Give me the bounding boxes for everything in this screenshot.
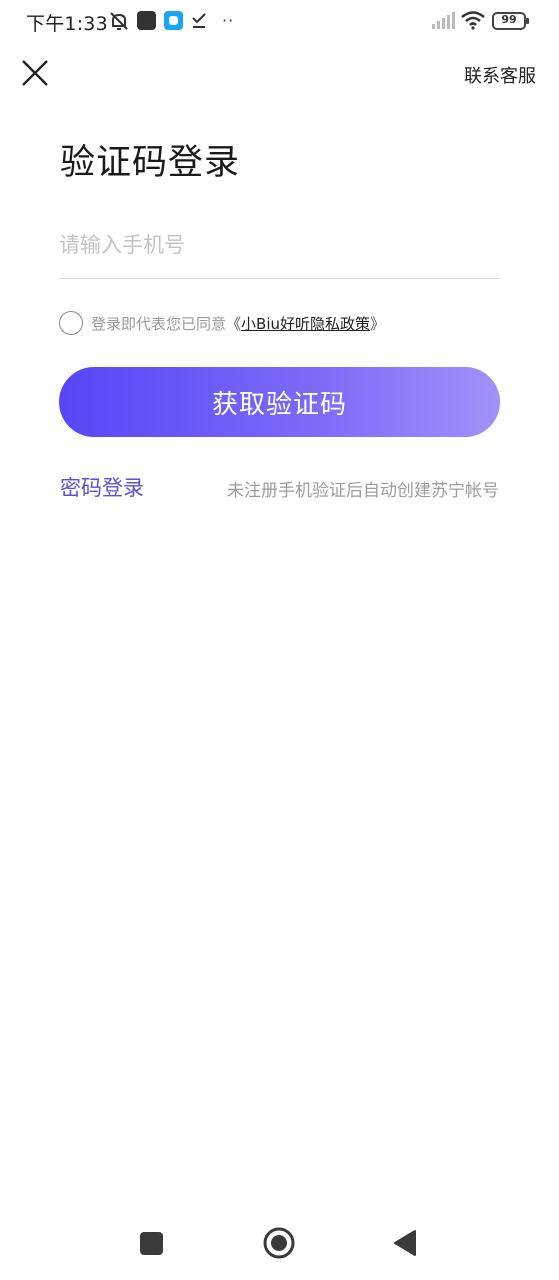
phone-input[interactable] (59, 222, 500, 268)
open-bracket: 《 (226, 315, 242, 333)
agreement-prefix: 登录即代表您已同意 (91, 315, 227, 333)
page-title: 验证码登录 (60, 143, 241, 183)
status-time: 下午1:33 (26, 13, 108, 35)
download-check-icon (192, 13, 206, 28)
close-bracket: 》 (370, 315, 386, 333)
signal-icon (432, 12, 455, 29)
customer-service-link[interactable]: 联系客服 (464, 62, 536, 88)
app-icon-blue (164, 11, 183, 30)
register-hint: 未注册手机验证后自动创建苏宁帐号 (227, 481, 499, 501)
recents-icon[interactable] (140, 1232, 163, 1255)
agreement-text: 登录即代表您已同意《小Biu好听隐私政策》 (91, 313, 385, 334)
app-icon-dark (137, 11, 156, 30)
password-login-link[interactable]: 密码登录 (60, 472, 144, 502)
get-code-button[interactable]: 获取验证码 (59, 367, 500, 437)
status-bar: 下午1:33 ·· 99 (0, 0, 559, 44)
wifi-icon (461, 11, 485, 30)
close-icon[interactable] (18, 56, 52, 90)
battery-icon: 99 (492, 12, 529, 30)
home-icon[interactable] (263, 1227, 295, 1259)
bell-off-icon (110, 12, 128, 30)
battery-level: 99 (501, 13, 517, 26)
agreement-radio[interactable] (59, 311, 83, 335)
input-underline (59, 278, 500, 279)
privacy-policy-link[interactable]: 小Biu好听隐私政策 (241, 315, 370, 333)
back-icon[interactable] (393, 1229, 417, 1257)
more-notifications-dots: ·· (222, 11, 235, 30)
